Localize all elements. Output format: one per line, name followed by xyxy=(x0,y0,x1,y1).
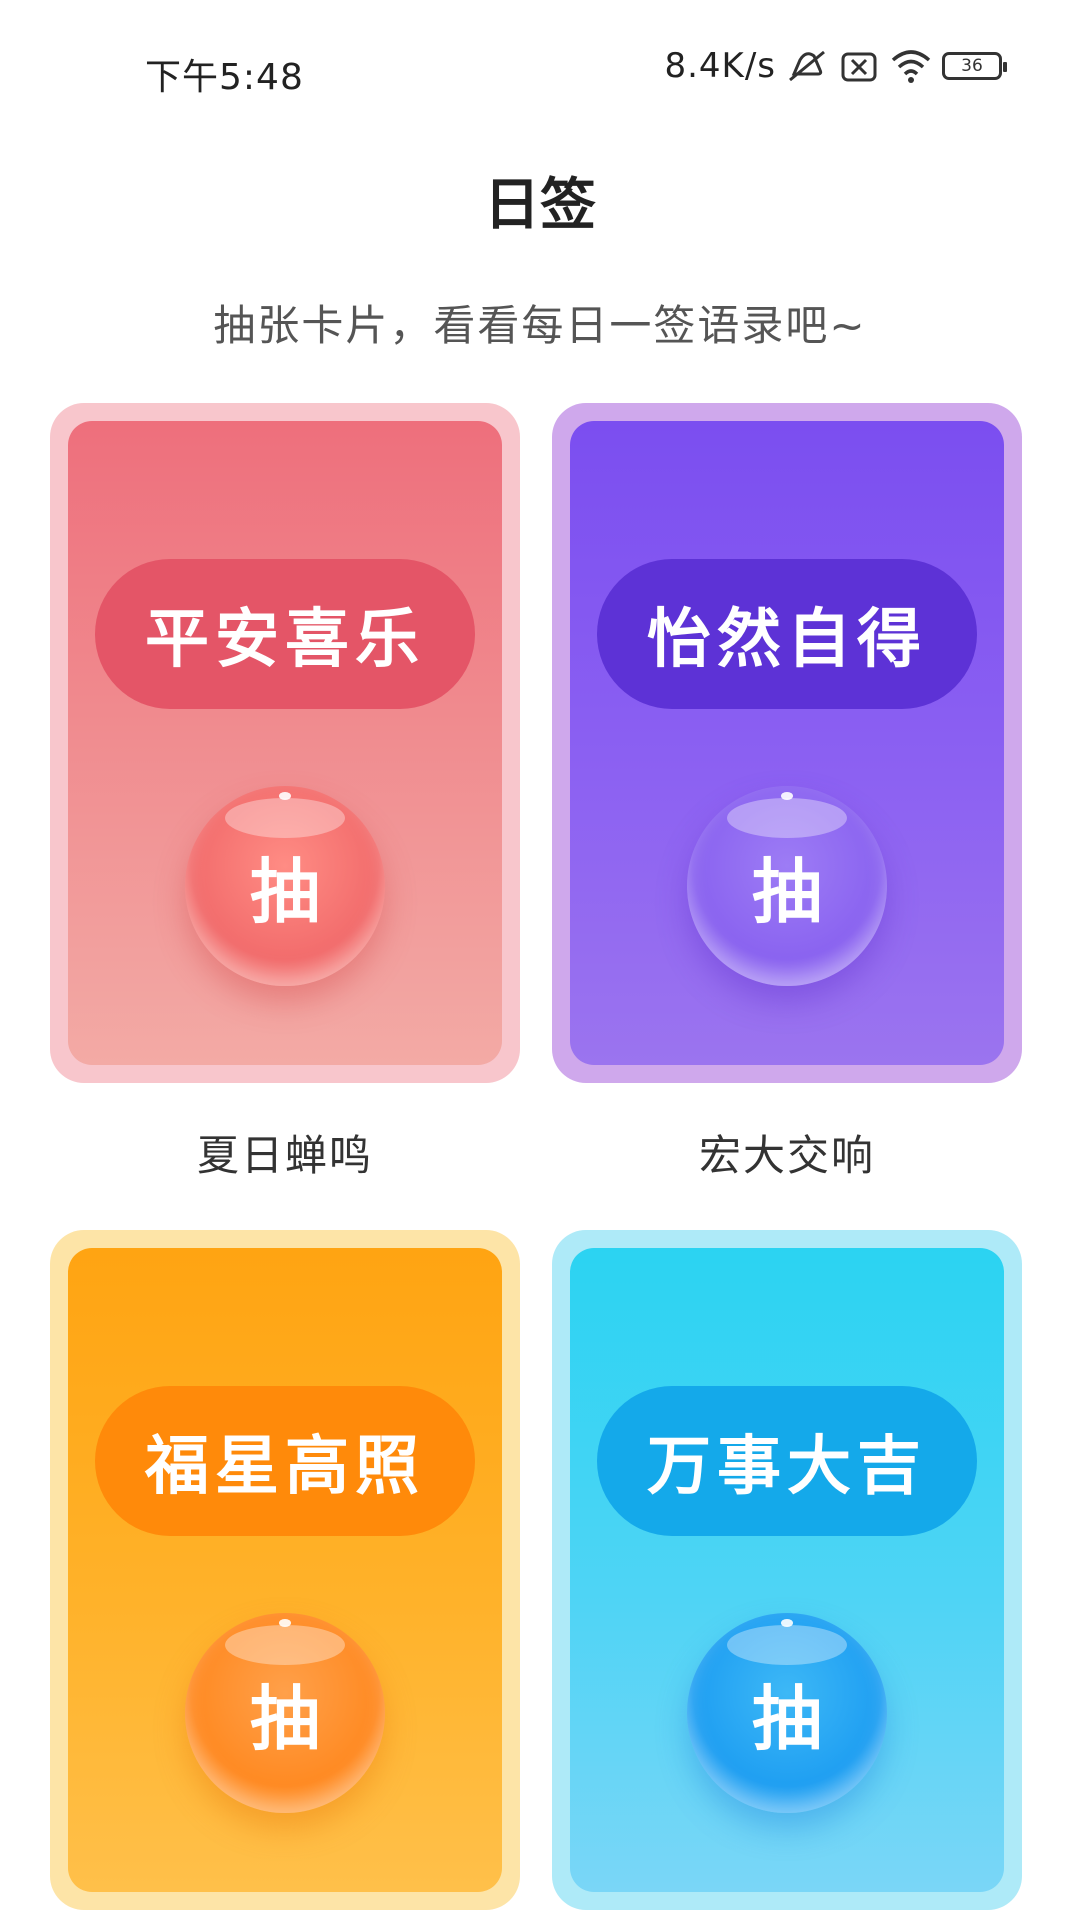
bubble-highlight xyxy=(781,792,793,800)
card-body: 万事大吉 抽 xyxy=(570,1248,1004,1892)
page-title: 日签 xyxy=(484,173,596,238)
bubble-shine xyxy=(727,1625,847,1665)
card-title: 万事大吉 xyxy=(597,1386,977,1536)
status-time: 下午5:48 xyxy=(145,57,304,98)
sim-card-icon xyxy=(838,46,880,86)
card-ping-an-xi-le[interactable]: 平安喜乐 抽 xyxy=(50,403,520,1083)
draw-button-label: 抽 xyxy=(250,850,320,933)
mute-icon xyxy=(786,46,828,86)
wifi-icon xyxy=(890,46,932,86)
page-subtitle: 抽张卡片，看看每日一签语录吧~ xyxy=(213,301,867,350)
draw-button-label: 抽 xyxy=(752,1677,822,1760)
card-yi-ran-zi-de[interactable]: 怡然自得 抽 xyxy=(552,403,1022,1083)
card-title: 怡然自得 xyxy=(597,559,977,709)
card-title: 福星高照 xyxy=(95,1386,475,1536)
draw-button[interactable]: 抽 xyxy=(185,1613,385,1813)
card-wan-shi-da-ji[interactable]: 万事大吉 抽 xyxy=(552,1230,1022,1910)
bubble-shine xyxy=(225,1625,345,1665)
bubble-highlight xyxy=(279,1619,291,1627)
draw-button[interactable]: 抽 xyxy=(185,786,385,986)
bubble-shine xyxy=(225,798,345,838)
card-caption: 宏大交响 xyxy=(698,1131,875,1180)
card-body: 福星高照 抽 xyxy=(68,1248,502,1892)
net-speed: 8.4K/s xyxy=(664,46,776,86)
card-body: 怡然自得 抽 xyxy=(570,421,1004,1065)
bubble-highlight xyxy=(279,792,291,800)
draw-button[interactable]: 抽 xyxy=(687,1613,887,1813)
draw-button-label: 抽 xyxy=(752,850,822,933)
card-title: 平安喜乐 xyxy=(95,559,475,709)
card-caption: 夏日蝉鸣 xyxy=(196,1131,373,1180)
bubble-highlight xyxy=(781,1619,793,1627)
draw-button[interactable]: 抽 xyxy=(687,786,887,986)
draw-button-label: 抽 xyxy=(250,1677,320,1760)
card-fu-xing-gao-zhao[interactable]: 福星高照 抽 xyxy=(50,1230,520,1910)
card-body: 平安喜乐 抽 xyxy=(68,421,502,1065)
bubble-shine xyxy=(727,798,847,838)
battery-icon: 36 xyxy=(942,52,1007,80)
page: 下午5:48 8.4K/s 36 日签 抽张卡片，看看每日一签语录吧~ 平安喜乐… xyxy=(0,0,1080,1920)
status-right: 8.4K/s 36 xyxy=(664,46,1007,86)
status-bar: 下午5:48 8.4K/s 36 xyxy=(0,0,1080,140)
